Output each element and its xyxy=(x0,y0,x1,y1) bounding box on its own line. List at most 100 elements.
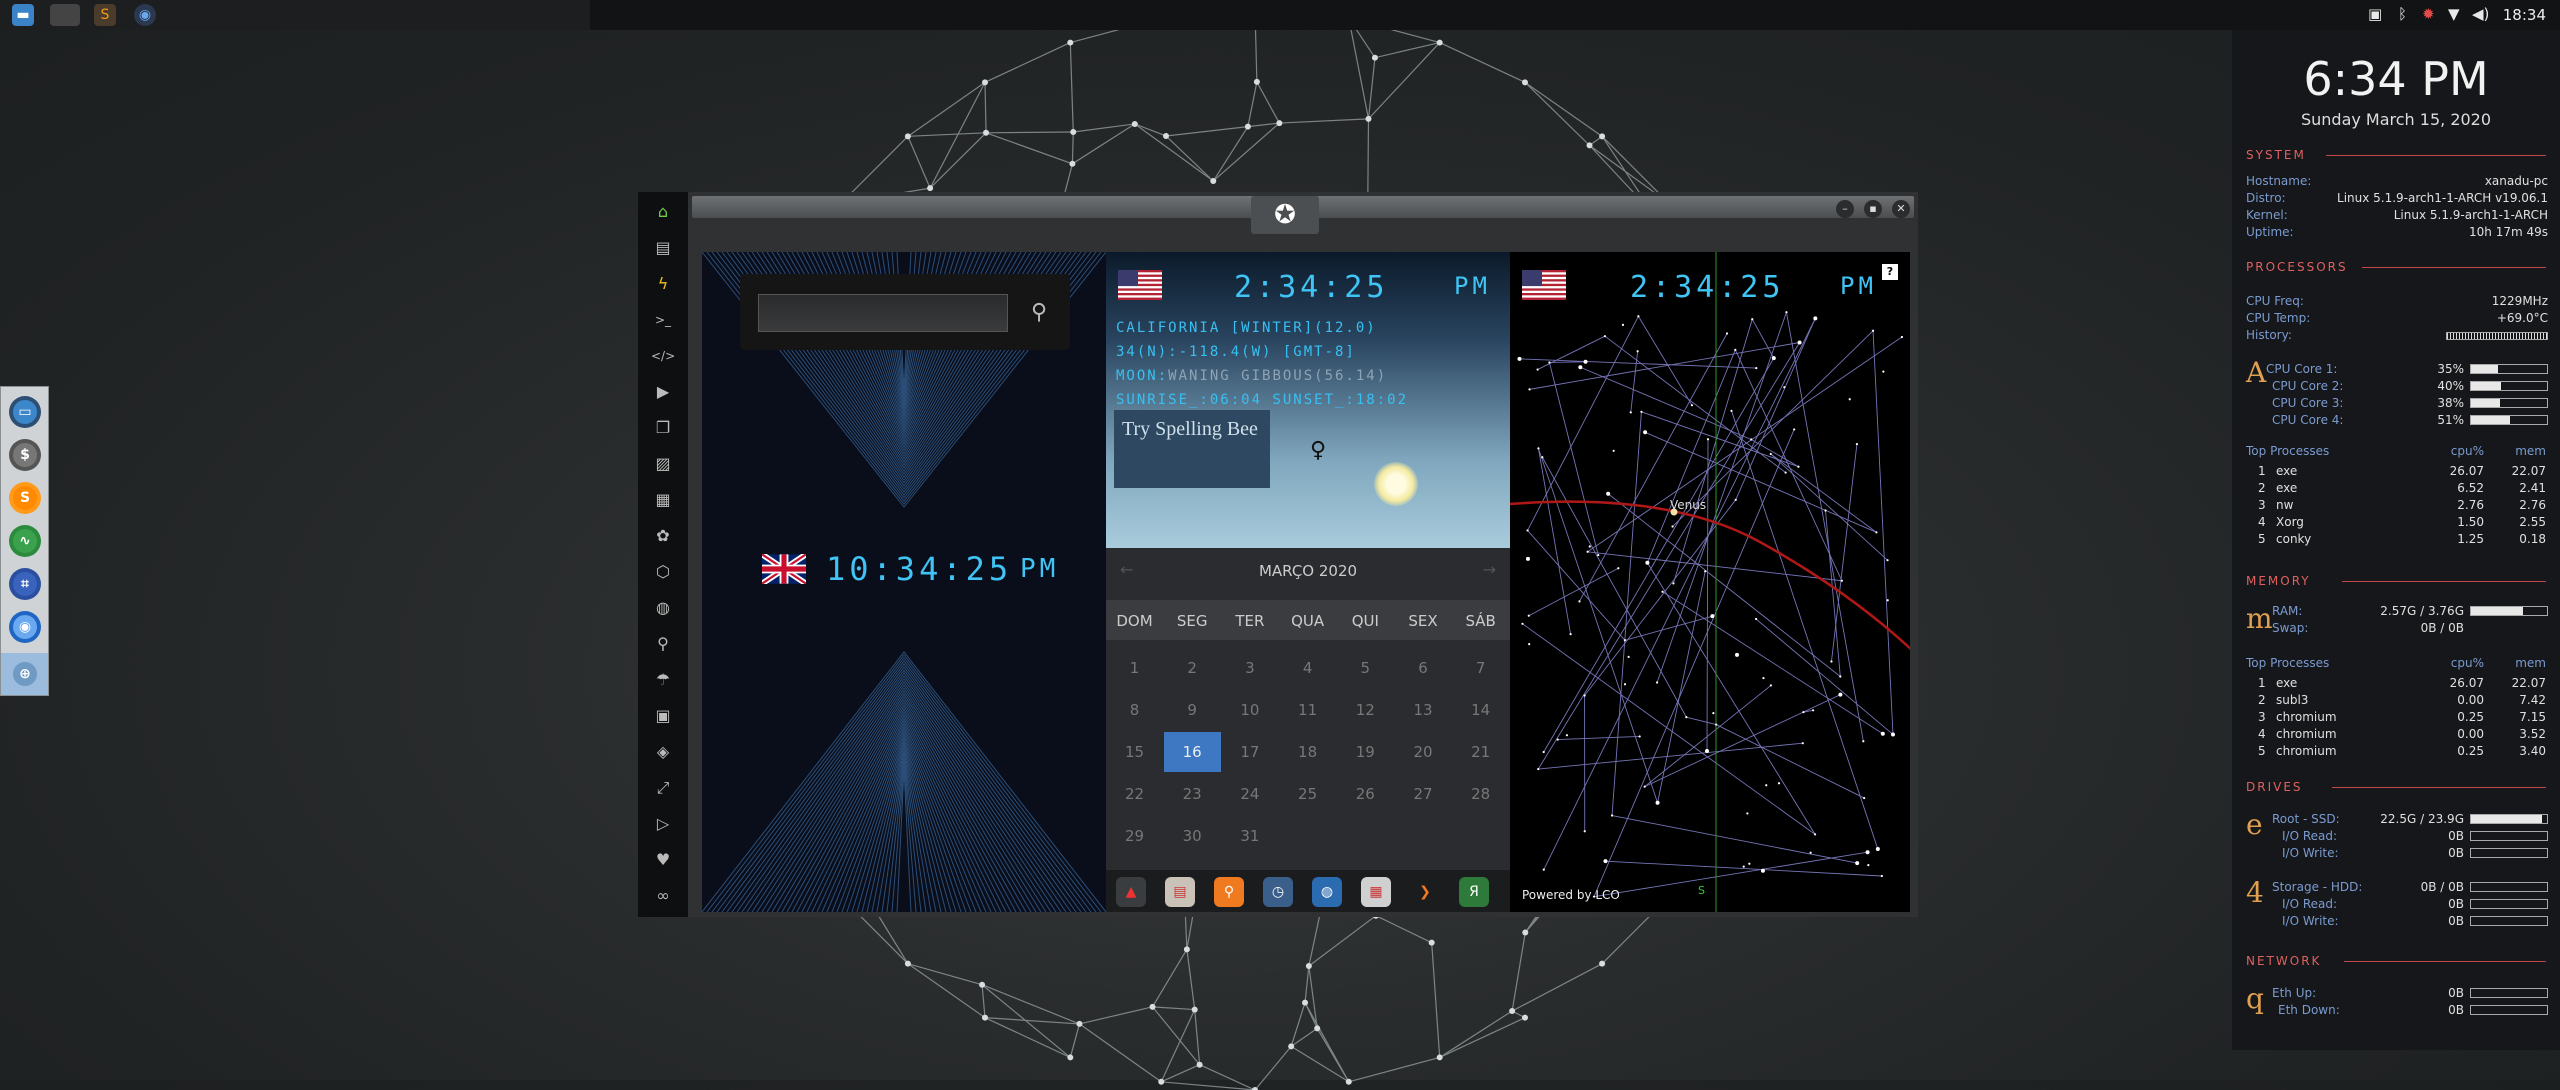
calendar-month: MARÇO 2020 xyxy=(1106,562,1510,580)
processors-proc-rank: 1 xyxy=(2258,464,2266,478)
expand-icon[interactable]: ⤢ xyxy=(651,776,675,800)
system-monitor-dock-item[interactable]: ∿ xyxy=(9,525,41,557)
moon-line: MOON:WANING GIBBOUS(56.14) xyxy=(1116,368,1387,384)
settings-icon[interactable]: ✿ xyxy=(651,524,675,548)
chromium-taskbar-icon[interactable]: ◉ xyxy=(134,4,156,26)
infinity-icon[interactable]: ∞ xyxy=(651,884,675,908)
location-line: CALIFORNIA [WINTER](12.0) xyxy=(1116,320,1377,336)
globe-icon[interactable]: ◍ xyxy=(651,596,675,620)
calendar-day[interactable]: 23 xyxy=(1164,774,1221,814)
calendar-day[interactable]: 3 xyxy=(1221,648,1278,688)
calendar-day[interactable]: 20 xyxy=(1395,732,1452,772)
maximize-button[interactable]: ▪ xyxy=(1864,200,1882,218)
calendar-day[interactable]: 19 xyxy=(1337,732,1394,772)
screenshot-icon[interactable]: ▣ xyxy=(2368,5,2382,23)
money-dock-item[interactable]: $ xyxy=(9,439,41,471)
contact-icon[interactable]: ▣ xyxy=(651,704,675,728)
screen-capture-dock-item[interactable]: ⌗ xyxy=(9,568,41,600)
rebel-alliance-icon[interactable]: ✪ xyxy=(1251,196,1319,234)
document-icon[interactable]: ▤ xyxy=(651,236,675,260)
memory-proc-mem: 22.07 xyxy=(2512,676,2546,690)
files-dock-item[interactable]: ▭ xyxy=(9,396,41,428)
powered-by-label[interactable]: Powered by LCO xyxy=(1522,888,1620,902)
calendar-day[interactable]: 13 xyxy=(1395,690,1452,730)
youtube-icon[interactable]: ▷ xyxy=(651,812,675,836)
calendar-day[interactable]: 28 xyxy=(1452,774,1509,814)
calendar-day[interactable]: 21 xyxy=(1452,732,1509,772)
calendar-day[interactable]: 8 xyxy=(1106,690,1163,730)
play-icon[interactable]: ▶ xyxy=(651,380,675,404)
cpu-core-bar xyxy=(2470,364,2548,374)
wifi-icon[interactable]: ▼ xyxy=(2448,5,2460,23)
close-button[interactable]: ✕ xyxy=(1892,200,1910,218)
calendar-day[interactable]: 1 xyxy=(1106,648,1163,688)
calendar-day[interactable]: 7 xyxy=(1452,648,1509,688)
bolt-icon[interactable]: ϟ xyxy=(651,272,675,296)
heart-icon[interactable]: ♥ xyxy=(651,848,675,872)
gear-icon[interactable]: ✹ xyxy=(2422,5,2435,23)
calendar-day[interactable]: 25 xyxy=(1279,774,1336,814)
arch-icon[interactable]: ▲ xyxy=(1116,877,1146,907)
pages-icon[interactable]: ❐ xyxy=(651,416,675,440)
help-button[interactable]: ? xyxy=(1882,264,1898,280)
calendar-day[interactable]: 15 xyxy=(1106,732,1163,772)
sublime-text-taskbar-icon[interactable]: S xyxy=(94,4,116,26)
system-clock[interactable]: 18:34 xyxy=(2503,6,2546,24)
calendar-day[interactable]: 5 xyxy=(1337,648,1394,688)
calendar-day[interactable]: 10 xyxy=(1221,690,1278,730)
calendar-day[interactable]: 14 xyxy=(1452,690,1509,730)
calendar-day[interactable]: 26 xyxy=(1337,774,1394,814)
calendar-day[interactable]: 11 xyxy=(1279,690,1336,730)
calendar-day[interactable]: 6 xyxy=(1395,648,1452,688)
blank-app-taskbar-icon[interactable] xyxy=(50,4,80,26)
system-label: Hostname: xyxy=(2246,174,2311,188)
code-icon[interactable]: </> xyxy=(651,344,675,368)
calendar-app-icon[interactable]: ▤ xyxy=(1165,877,1195,907)
root-read-bar xyxy=(2470,831,2548,841)
search-icon[interactable]: ⚲ xyxy=(1022,296,1056,330)
calendar-day[interactable]: 18 xyxy=(1279,732,1336,772)
calendar-day[interactable]: 2 xyxy=(1164,648,1221,688)
drives-section-title: DRIVES xyxy=(2246,780,2303,794)
umbrella-icon[interactable]: ☂ xyxy=(651,668,675,692)
image-icon[interactable]: ▨ xyxy=(651,452,675,476)
calendar-day[interactable]: 4 xyxy=(1279,648,1336,688)
calendar-day-selected[interactable]: 16 xyxy=(1164,732,1221,772)
calendar-day[interactable]: 17 xyxy=(1221,732,1278,772)
root-write-label: I/O Write: xyxy=(2282,846,2339,860)
calendar-day[interactable]: 12 xyxy=(1337,690,1394,730)
calendar-day[interactable]: 9 xyxy=(1164,690,1221,730)
terminal-icon[interactable]: >_ xyxy=(651,308,675,332)
calendar-day[interactable]: 29 xyxy=(1106,816,1163,856)
minimize-button[interactable]: – xyxy=(1836,200,1854,218)
sublime-text-dock-item[interactable]: S xyxy=(9,482,41,514)
calendar-day[interactable]: 22 xyxy=(1106,774,1163,814)
home-icon[interactable]: ⌂ xyxy=(651,200,675,224)
cpu-core-value: 40% xyxy=(2437,379,2464,393)
schedule-icon[interactable]: ▦ xyxy=(1361,877,1391,907)
news-icon[interactable]: ▦ xyxy=(651,488,675,512)
volume-icon[interactable]: ◀) xyxy=(2472,5,2489,23)
globe-icon[interactable]: ◍ xyxy=(1312,877,1342,907)
spelling-bee-link[interactable]: Try Spelling Bee xyxy=(1114,410,1270,488)
arrow-icon[interactable]: ❯ xyxy=(1410,877,1440,907)
chromium-dock-item[interactable]: ◉ xyxy=(9,611,41,643)
search-input[interactable] xyxy=(758,294,1008,332)
calendar-day[interactable]: 31 xyxy=(1221,816,1278,856)
processors-proc-name: exe xyxy=(2276,464,2297,478)
bluetooth-icon[interactable]: ᛒ xyxy=(2398,5,2407,23)
hexagon-icon[interactable]: ⬡ xyxy=(651,560,675,584)
yandex-icon[interactable]: Я xyxy=(1459,877,1489,907)
calendar-day[interactable]: 24 xyxy=(1221,774,1278,814)
calendar-day[interactable]: 30 xyxy=(1164,816,1221,856)
web-browser-dock-item[interactable]: ⊕ xyxy=(1,653,48,695)
calendar-day[interactable]: 27 xyxy=(1395,774,1452,814)
chromium-icon: ◉ xyxy=(13,615,37,639)
search-icon[interactable]: ⚲ xyxy=(651,632,675,656)
tag-icon[interactable]: ◈ xyxy=(651,740,675,764)
clock-icon[interactable]: ◷ xyxy=(1263,877,1293,907)
files-taskbar-icon[interactable]: ▬ xyxy=(12,4,34,26)
search-app-icon[interactable]: ⚲ xyxy=(1214,877,1244,907)
memory-proc-cpu: 0.25 xyxy=(2457,710,2484,724)
next-month-button[interactable]: → xyxy=(1483,560,1496,579)
